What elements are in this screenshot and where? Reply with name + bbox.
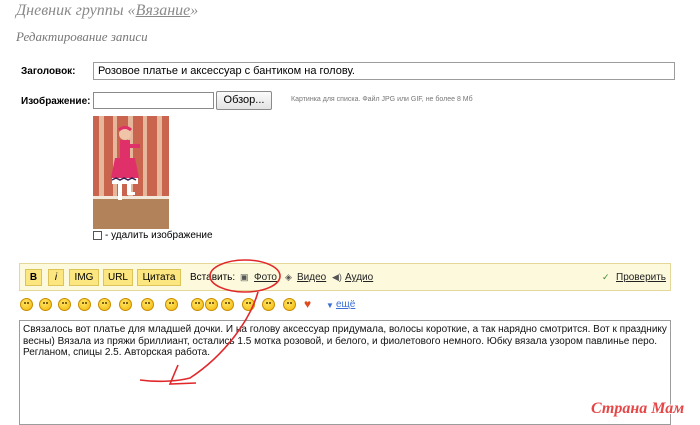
group-link[interactable]: Вязание <box>136 2 191 19</box>
smiley-icon[interactable] <box>221 298 234 311</box>
smiley-icon[interactable] <box>205 298 218 311</box>
quote-button[interactable]: Цитата <box>137 269 181 286</box>
title-input[interactable]: Розовое платье и аксессуар с бантиком на… <box>93 62 675 80</box>
insert-audio-link[interactable]: Аудио <box>345 272 373 283</box>
insert-photo-link[interactable]: Фото <box>254 272 277 283</box>
page-title: Дневник группы «Вязание» <box>16 2 198 20</box>
camera-icon: ▣ <box>240 272 249 282</box>
spellcheck-icon: ✓ <box>602 272 610 282</box>
image-hint: Картинка для списка. Файл JPG или GIF, н… <box>291 96 473 103</box>
smiley-icon[interactable] <box>165 298 178 311</box>
url-button[interactable]: URL <box>103 269 133 286</box>
page-title-prefix: Дневник группы « <box>16 2 136 19</box>
editor-toolbar: B i IMG URL Цитата Вставить: ▣ Фото ◈ Ви… <box>19 263 671 291</box>
delete-image-label: - удалить изображение <box>105 230 213 241</box>
more-smileys-link[interactable]: ещё <box>336 299 355 310</box>
insert-video-link[interactable]: Видео <box>297 272 326 283</box>
img-button[interactable]: IMG <box>69 269 99 286</box>
page-title-suffix: » <box>190 2 199 19</box>
image-label: Изображение: <box>21 96 91 107</box>
smiley-icon[interactable] <box>262 298 275 311</box>
browse-button[interactable]: Обзор... <box>216 91 272 110</box>
chevron-down-icon[interactable]: ▼ <box>326 301 334 310</box>
delete-image-checkbox[interactable] <box>93 231 102 240</box>
smiley-icon[interactable] <box>242 298 255 311</box>
smiley-icon[interactable] <box>20 298 33 311</box>
bold-button[interactable]: B <box>25 269 42 286</box>
image-preview <box>93 116 169 229</box>
smiley-icon[interactable] <box>119 298 132 311</box>
smiley-icon[interactable] <box>39 298 52 311</box>
smiley-icon[interactable] <box>98 298 111 311</box>
title-label: Заголовок: <box>21 66 76 77</box>
italic-button[interactable]: i <box>48 269 64 286</box>
file-input[interactable] <box>93 92 214 109</box>
post-body-textarea[interactable]: Связалось вот платье для младшей дочки. … <box>19 320 671 425</box>
insert-label: Вставить: <box>190 272 236 283</box>
smiley-icon[interactable] <box>283 298 296 311</box>
smiley-icon[interactable] <box>78 298 91 311</box>
spellcheck-link[interactable]: Проверить <box>616 272 666 283</box>
smiley-icon[interactable] <box>141 298 154 311</box>
smiley-icon[interactable] <box>191 298 204 311</box>
film-icon: ◈ <box>285 272 292 282</box>
speaker-icon: ◀) <box>332 272 342 282</box>
preview-photo <box>93 116 169 229</box>
page-subtitle: Редактирование записи <box>16 29 148 44</box>
site-watermark: Страна Мам <box>591 400 685 417</box>
heart-icon[interactable]: ♥ <box>304 297 311 311</box>
smiley-icon[interactable] <box>58 298 71 311</box>
